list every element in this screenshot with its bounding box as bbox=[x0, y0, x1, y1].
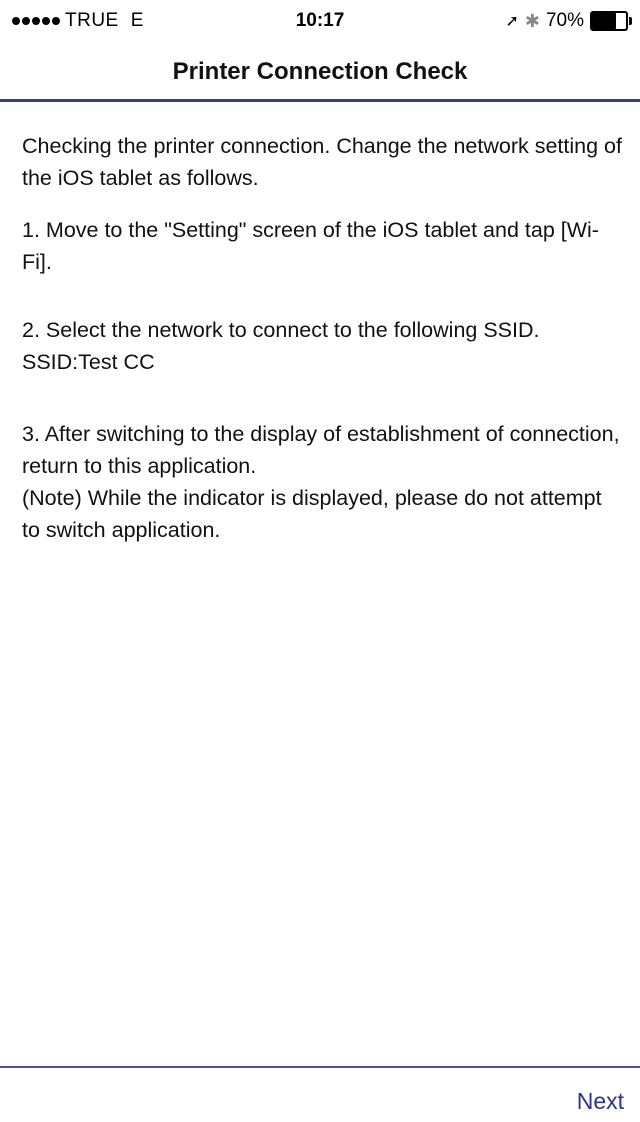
instructions-content: Checking the printer connection. Change … bbox=[22, 130, 622, 546]
step-3-text: 3. After switching to the display of est… bbox=[22, 422, 620, 542]
step-1-text: 1. Move to the "Setting" screen of the i… bbox=[22, 218, 599, 274]
navigation-bar: Printer Connection Check bbox=[0, 40, 640, 102]
bottom-toolbar: Next bbox=[0, 1066, 640, 1122]
status-bar: TRUE E 10:17 ➚ ✱ 70% bbox=[0, 0, 640, 40]
bluetooth-icon: ✱ bbox=[524, 10, 540, 31]
page-title: Printer Connection Check bbox=[172, 58, 468, 85]
battery-percent: 70% bbox=[545, 10, 584, 31]
battery-fill bbox=[592, 13, 616, 29]
intro-text: Checking the printer connection. Change … bbox=[22, 134, 622, 190]
next-button[interactable]: Next bbox=[577, 1088, 624, 1115]
location-arrow-icon: ➚ bbox=[505, 13, 519, 30]
status-right: ➚ ✱ 70% bbox=[505, 10, 632, 32]
step-2-text: 2. Select the network to connect to the … bbox=[22, 318, 540, 374]
battery-icon bbox=[590, 11, 632, 31]
